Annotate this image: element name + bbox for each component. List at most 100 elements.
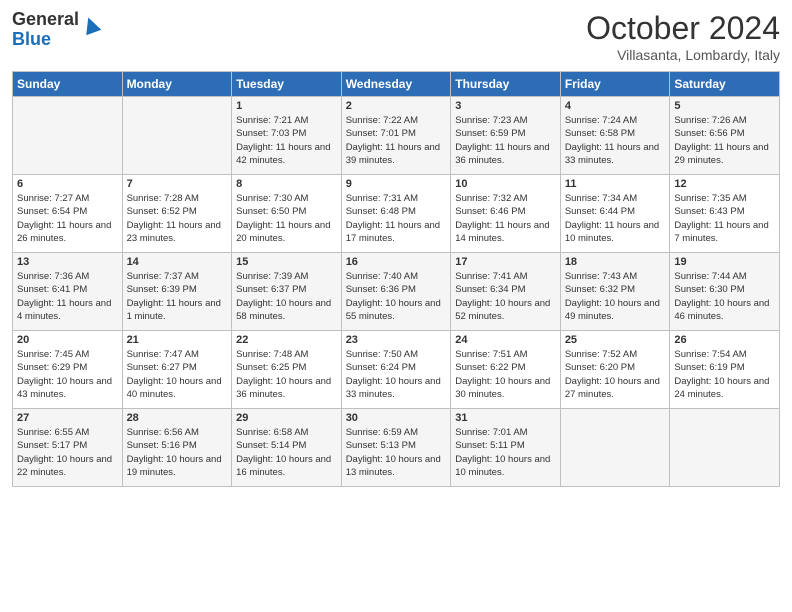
day-number: 7 [127, 178, 228, 190]
calendar-cell: 23 Sunrise: 7:50 AM Sunset: 6:24 PM Dayli… [341, 331, 451, 409]
header-day-friday: Friday [560, 72, 670, 97]
calendar-cell: 31Sunrise: 7:01 AM Sunset: 5:11 PM Dayli… [451, 409, 561, 487]
day-number: 14 [127, 256, 228, 268]
calendar-cell: 27 Sunrise: 6:55 AM Sunset: 5:17 PM Dayli… [13, 409, 123, 487]
location: Villasanta, Lombardy, Italy [586, 47, 780, 63]
day-detail: Sunrise: 7:28 AM Sunset: 6:52 PM Dayligh… [127, 192, 228, 245]
calendar-cell: 13 Sunrise: 7:36 AM Sunset: 6:41 PM Dayli… [13, 253, 123, 331]
day-detail: Sunrise: 7:32 AM Sunset: 6:46 PM Dayligh… [455, 192, 556, 245]
day-detail: Sunrise: 7:34 AM Sunset: 6:44 PM Dayligh… [565, 192, 666, 245]
calendar-cell: 12Sunrise: 7:35 AM Sunset: 6:43 PM Dayli… [670, 175, 780, 253]
week-row-0: 1 Sunrise: 7:21 AM Sunset: 7:03 PM Daylig… [13, 97, 780, 175]
calendar-cell: 21Sunrise: 7:47 AM Sunset: 6:27 PM Dayli… [122, 331, 232, 409]
logo-icon [81, 15, 101, 35]
day-number: 6 [17, 178, 118, 190]
header-day-monday: Monday [122, 72, 232, 97]
day-detail: Sunrise: 7:27 AM Sunset: 6:54 PM Dayligh… [17, 192, 118, 245]
calendar-cell: 1 Sunrise: 7:21 AM Sunset: 7:03 PM Daylig… [232, 97, 342, 175]
calendar-cell [670, 409, 780, 487]
day-detail: Sunrise: 7:26 AM Sunset: 6:56 PM Dayligh… [674, 114, 775, 167]
calendar-cell: 7 Sunrise: 7:28 AM Sunset: 6:52 PM Daylig… [122, 175, 232, 253]
day-detail: Sunrise: 7:45 AM Sunset: 6:29 PM Dayligh… [17, 348, 118, 401]
calendar-cell: 6 Sunrise: 7:27 AM Sunset: 6:54 PM Daylig… [13, 175, 123, 253]
calendar-cell: 20 Sunrise: 7:45 AM Sunset: 6:29 PM Dayli… [13, 331, 123, 409]
calendar-cell: 3 Sunrise: 7:23 AM Sunset: 6:59 PM Daylig… [451, 97, 561, 175]
day-detail: Sunrise: 7:30 AM Sunset: 6:50 PM Dayligh… [236, 192, 337, 245]
calendar-table: SundayMondayTuesdayWednesdayThursdayFrid… [12, 71, 780, 487]
calendar-cell: 28Sunrise: 6:56 AM Sunset: 5:16 PM Dayli… [122, 409, 232, 487]
calendar-cell: 18 Sunrise: 7:43 AM Sunset: 6:32 PM Dayli… [560, 253, 670, 331]
week-row-4: 27 Sunrise: 6:55 AM Sunset: 5:17 PM Dayli… [13, 409, 780, 487]
calendar-cell [13, 97, 123, 175]
day-number: 25 [565, 334, 666, 346]
day-number: 5 [674, 100, 775, 112]
day-number: 19 [674, 256, 775, 268]
calendar-cell: 4 Sunrise: 7:24 AM Sunset: 6:58 PM Daylig… [560, 97, 670, 175]
day-detail: Sunrise: 7:39 AM Sunset: 6:37 PM Dayligh… [236, 270, 337, 323]
day-detail: Sunrise: 7:44 AM Sunset: 6:30 PM Dayligh… [674, 270, 775, 323]
day-detail: Sunrise: 7:22 AM Sunset: 7:01 PM Dayligh… [346, 114, 447, 167]
day-number: 1 [236, 100, 337, 112]
calendar-cell: 17 Sunrise: 7:41 AM Sunset: 6:34 PM Dayli… [451, 253, 561, 331]
day-number: 17 [455, 256, 556, 268]
day-detail: Sunrise: 6:55 AM Sunset: 5:17 PM Dayligh… [17, 426, 118, 479]
day-detail: Sunrise: 7:54 AM Sunset: 6:19 PM Dayligh… [674, 348, 775, 401]
day-detail: Sunrise: 7:50 AM Sunset: 6:24 PM Dayligh… [346, 348, 447, 401]
day-number: 28 [127, 412, 228, 424]
logo: General Blue [12, 10, 101, 50]
day-detail: Sunrise: 7:36 AM Sunset: 6:41 PM Dayligh… [17, 270, 118, 323]
header-day-saturday: Saturday [670, 72, 780, 97]
header-day-sunday: Sunday [13, 72, 123, 97]
day-number: 2 [346, 100, 447, 112]
day-detail: Sunrise: 7:23 AM Sunset: 6:59 PM Dayligh… [455, 114, 556, 167]
calendar-cell: 5 Sunrise: 7:26 AM Sunset: 6:56 PM Daylig… [670, 97, 780, 175]
calendar-cell: 14 Sunrise: 7:37 AM Sunset: 6:39 PM Dayli… [122, 253, 232, 331]
day-number: 16 [346, 256, 447, 268]
calendar-cell: 11 Sunrise: 7:34 AM Sunset: 6:44 PM Dayli… [560, 175, 670, 253]
calendar-cell [122, 97, 232, 175]
day-number: 23 [346, 334, 447, 346]
calendar-cell: 15 Sunrise: 7:39 AM Sunset: 6:37 PM Dayli… [232, 253, 342, 331]
calendar-cell: 19 Sunrise: 7:44 AM Sunset: 6:30 PM Dayli… [670, 253, 780, 331]
week-row-3: 20 Sunrise: 7:45 AM Sunset: 6:29 PM Dayli… [13, 331, 780, 409]
logo-blue: Blue [12, 30, 79, 50]
day-number: 10 [455, 178, 556, 190]
day-number: 13 [17, 256, 118, 268]
day-number: 27 [17, 412, 118, 424]
calendar-cell: 29Sunrise: 6:58 AM Sunset: 5:14 PM Dayli… [232, 409, 342, 487]
page-container: General Blue October 2024 Villasanta, Lo… [0, 0, 792, 495]
day-number: 20 [17, 334, 118, 346]
day-number: 4 [565, 100, 666, 112]
day-detail: Sunrise: 7:21 AM Sunset: 7:03 PM Dayligh… [236, 114, 337, 167]
day-number: 22 [236, 334, 337, 346]
calendar-cell: 22Sunrise: 7:48 AM Sunset: 6:25 PM Dayli… [232, 331, 342, 409]
day-detail: Sunrise: 7:24 AM Sunset: 6:58 PM Dayligh… [565, 114, 666, 167]
day-detail: Sunrise: 7:52 AM Sunset: 6:20 PM Dayligh… [565, 348, 666, 401]
day-number: 15 [236, 256, 337, 268]
day-detail: Sunrise: 6:59 AM Sunset: 5:13 PM Dayligh… [346, 426, 447, 479]
calendar-cell [560, 409, 670, 487]
day-number: 8 [236, 178, 337, 190]
header-row: SundayMondayTuesdayWednesdayThursdayFrid… [13, 72, 780, 97]
calendar-cell: 26Sunrise: 7:54 AM Sunset: 6:19 PM Dayli… [670, 331, 780, 409]
day-detail: Sunrise: 7:31 AM Sunset: 6:48 PM Dayligh… [346, 192, 447, 245]
day-number: 11 [565, 178, 666, 190]
logo-general: General [12, 10, 79, 30]
day-detail: Sunrise: 7:40 AM Sunset: 6:36 PM Dayligh… [346, 270, 447, 323]
header-day-thursday: Thursday [451, 72, 561, 97]
day-detail: Sunrise: 7:51 AM Sunset: 6:22 PM Dayligh… [455, 348, 556, 401]
day-detail: Sunrise: 7:35 AM Sunset: 6:43 PM Dayligh… [674, 192, 775, 245]
week-row-1: 6 Sunrise: 7:27 AM Sunset: 6:54 PM Daylig… [13, 175, 780, 253]
day-detail: Sunrise: 7:37 AM Sunset: 6:39 PM Dayligh… [127, 270, 228, 323]
week-row-2: 13 Sunrise: 7:36 AM Sunset: 6:41 PM Dayli… [13, 253, 780, 331]
calendar-cell: 16 Sunrise: 7:40 AM Sunset: 6:36 PM Dayli… [341, 253, 451, 331]
calendar-cell: 24Sunrise: 7:51 AM Sunset: 6:22 PM Dayli… [451, 331, 561, 409]
day-number: 3 [455, 100, 556, 112]
day-number: 21 [127, 334, 228, 346]
day-detail: Sunrise: 7:01 AM Sunset: 5:11 PM Dayligh… [455, 426, 556, 479]
month-title: October 2024 [586, 10, 780, 47]
title-section: October 2024 Villasanta, Lombardy, Italy [586, 10, 780, 63]
day-detail: Sunrise: 7:43 AM Sunset: 6:32 PM Dayligh… [565, 270, 666, 323]
day-number: 18 [565, 256, 666, 268]
day-detail: Sunrise: 7:41 AM Sunset: 6:34 PM Dayligh… [455, 270, 556, 323]
